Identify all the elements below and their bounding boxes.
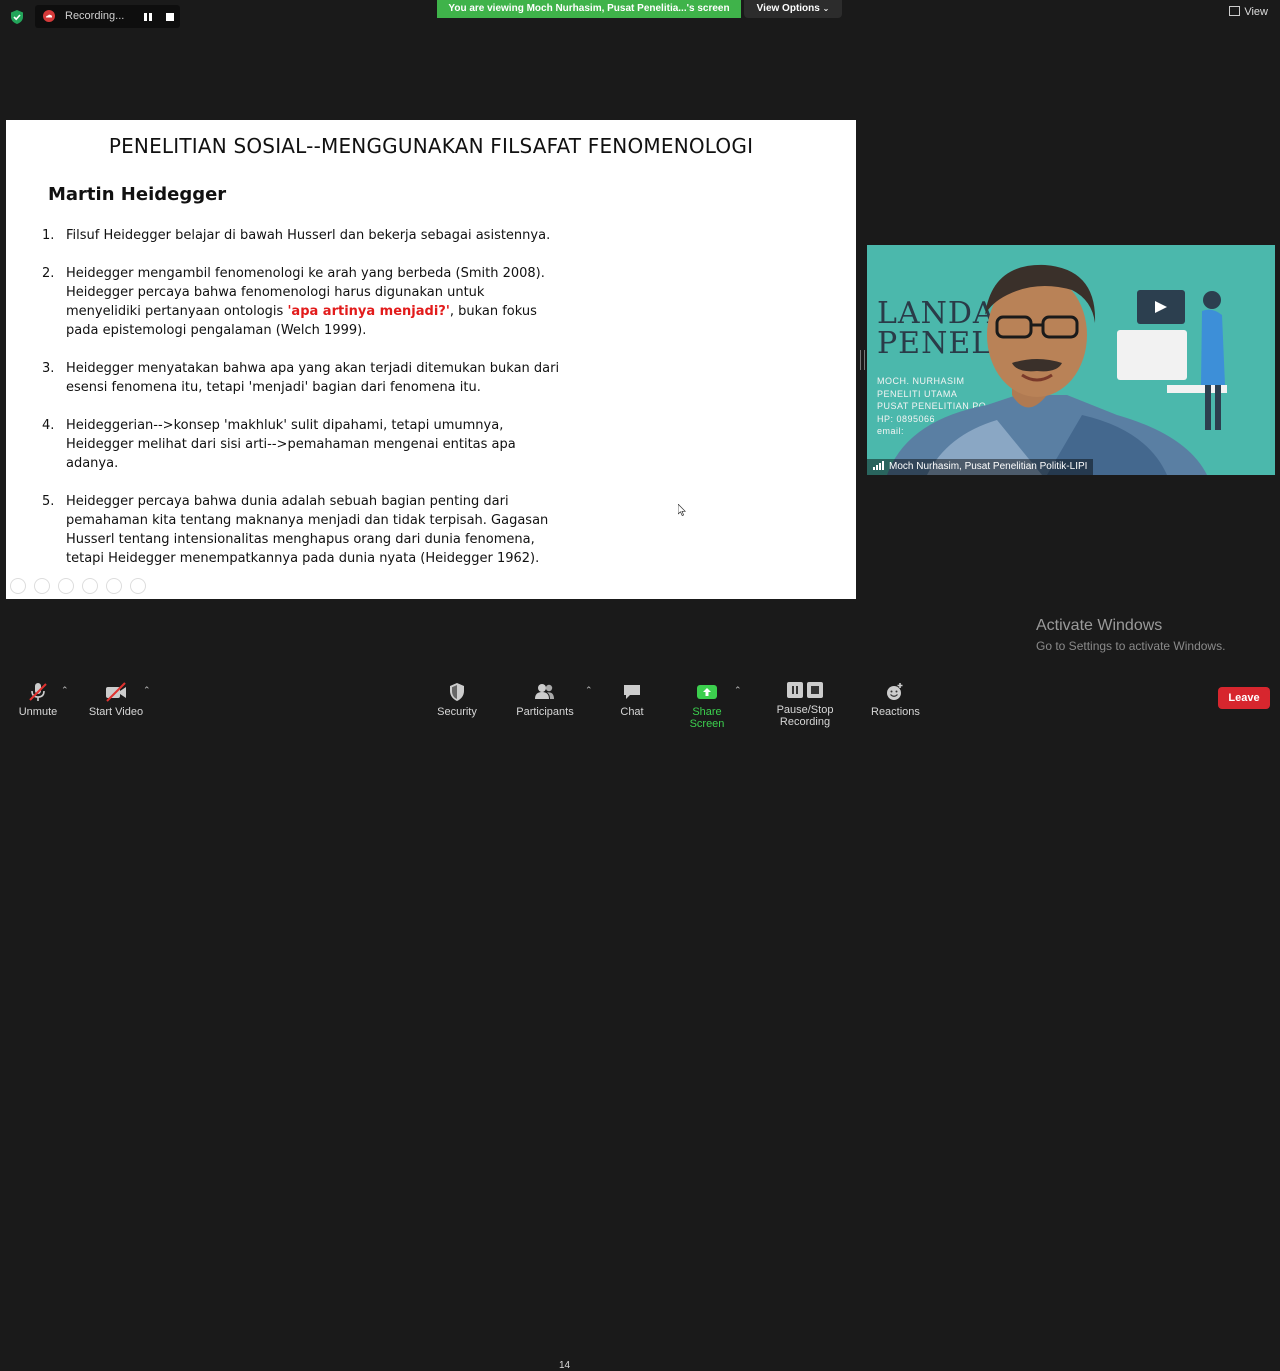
share-screen-label: Share Screen <box>689 706 725 730</box>
participant-name-bar: Moch Nurhasim, Pusat Penelitian Politik-… <box>867 459 1094 475</box>
watermark-subtitle: Go to Settings to activate Windows. <box>1036 639 1226 653</box>
previous-slide-icon[interactable] <box>10 578 26 594</box>
participants-count: 14 <box>559 1360 571 1371</box>
meeting-toolbar: Unmute ⌃ Start Video ⌃ Security Particip… <box>0 676 1280 1371</box>
list-item: 5. Heidegger percaya bahwa dunia adalah … <box>42 492 562 568</box>
list-text: Heideggerian-->konsep 'makhluk' sulit di… <box>66 418 516 471</box>
recording-cloud-icon <box>43 10 55 22</box>
slideshow-controls[interactable] <box>10 578 154 594</box>
slide-point-list: 1. Filsuf Heidegger belajar di bawah Hus… <box>42 226 562 587</box>
chat-bubble-icon <box>624 685 640 699</box>
start-video-label: Start Video <box>88 706 144 718</box>
view-options-label: View Options <box>756 3 820 14</box>
list-number: 4. <box>42 418 55 433</box>
signal-strength-icon <box>873 461 884 470</box>
list-item: 2. Heidegger mengambil fenomenologi ke a… <box>42 264 562 340</box>
screen-share-banner: You are viewing Moch Nurhasim, Pusat Pen… <box>437 0 741 18</box>
mouse-cursor-icon <box>678 504 686 516</box>
view-options-button[interactable]: View Options ⌄ <box>744 0 842 18</box>
security-label: Security <box>437 706 477 718</box>
share-screen-icon <box>697 685 717 699</box>
list-number: 3. <box>42 361 55 376</box>
chevron-down-icon: ⌄ <box>822 4 830 13</box>
video-off-icon <box>106 682 126 702</box>
shield-check-icon[interactable] <box>9 9 25 25</box>
audio-options-caret-icon[interactable]: ⌃ <box>61 685 69 696</box>
list-item: 3. Heidegger menyatakan bahwa apa yang a… <box>42 359 562 397</box>
unmute-label: Unmute <box>18 706 58 718</box>
list-text: Heidegger menyatakan bahwa apa yang akan… <box>66 361 560 395</box>
start-video-button[interactable]: Start Video <box>88 682 144 718</box>
pause-stop-recording-button[interactable]: Pause/Stop Recording <box>752 680 858 728</box>
unmute-button[interactable]: Unmute <box>18 682 58 718</box>
highlighted-phrase: 'apa artinya menjadi?' <box>287 304 450 319</box>
participants-icon <box>535 684 554 699</box>
participants-label: Participants <box>516 706 574 718</box>
grid-view-icon <box>1229 6 1241 16</box>
security-shield-icon <box>450 683 464 701</box>
leave-button[interactable]: Leave <box>1218 687 1270 709</box>
chat-label: Chat <box>620 706 644 718</box>
activate-windows-watermark: Activate Windows Go to Settings to activ… <box>1036 617 1225 653</box>
list-text: Filsuf Heidegger belajar di bawah Husser… <box>66 228 551 243</box>
pen-icon[interactable] <box>58 578 74 594</box>
share-options-caret-icon[interactable]: ⌃ <box>734 685 742 696</box>
list-item: 1. Filsuf Heidegger belajar di bawah Hus… <box>42 226 562 245</box>
reactions-button[interactable]: Reactions <box>871 682 920 718</box>
list-number: 2. <box>42 266 55 281</box>
list-number: 5. <box>42 494 55 509</box>
slides-icon[interactable] <box>82 578 98 594</box>
slide-title: PENELITIAN SOSIAL--MENGGUNAKAN FILSAFAT … <box>108 134 754 158</box>
stop-recording-icon[interactable] <box>166 13 174 21</box>
pause-recording-icon[interactable] <box>143 12 153 22</box>
participant-person-image <box>887 264 1227 475</box>
pause-stop-recording-label: Pause/Stop Recording <box>776 704 834 728</box>
reactions-label: Reactions <box>871 706 920 718</box>
recording-indicator: Recording... <box>35 5 180 28</box>
share-screen-button[interactable]: Share Screen <box>674 682 740 730</box>
zoom-icon[interactable] <box>106 578 122 594</box>
view-label: View <box>1244 6 1268 18</box>
slide-subtitle: Martin Heidegger <box>48 184 227 205</box>
list-text: Heidegger percaya bahwa dunia adalah seb… <box>66 494 549 566</box>
participant-video-tile[interactable]: LANDA PENEL MOCH. NURHASIM PENELITI UTAM… <box>867 245 1275 475</box>
watermark-title: Activate Windows <box>1036 617 1163 634</box>
chat-button[interactable]: Chat <box>616 682 648 718</box>
pause-stop-recording-icon <box>787 682 823 698</box>
recording-label: Recording... <box>65 10 125 22</box>
list-item: 4. Heideggerian-->konsep 'makhluk' sulit… <box>42 416 562 473</box>
more-icon[interactable] <box>130 578 146 594</box>
emoji-reaction-icon <box>887 683 903 700</box>
shared-screen-slide: PENELITIAN SOSIAL--MENGGUNAKAN FILSAFAT … <box>6 120 856 599</box>
muted-microphone-icon <box>29 683 47 701</box>
video-options-caret-icon[interactable]: ⌃ <box>143 685 151 696</box>
security-button[interactable]: Security <box>436 682 478 718</box>
split-view-handle[interactable] <box>860 350 865 370</box>
next-slide-icon[interactable] <box>34 578 50 594</box>
list-number: 1. <box>42 228 55 243</box>
participants-button[interactable]: Participants <box>515 682 575 718</box>
view-button[interactable]: View <box>1229 6 1268 18</box>
participants-options-caret-icon[interactable]: ⌃ <box>585 685 593 696</box>
participant-name: Moch Nurhasim, Pusat Penelitian Politik-… <box>889 461 1088 472</box>
